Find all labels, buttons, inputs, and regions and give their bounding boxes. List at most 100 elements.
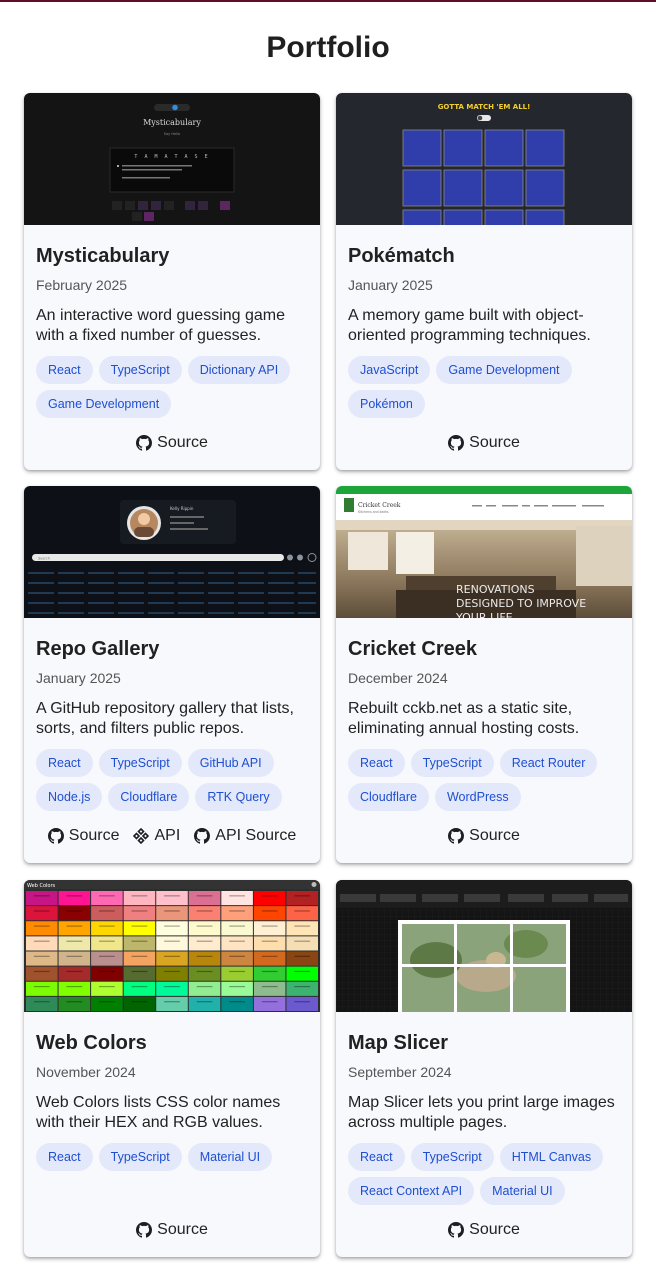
- project-thumbnail[interactable]: [336, 880, 632, 1012]
- swatch-label-line: [196, 970, 213, 973]
- color-swatch: [253, 996, 286, 1011]
- api-source-link[interactable]: API Source: [194, 827, 296, 845]
- color-swatch: [123, 981, 156, 996]
- color-swatch: [123, 996, 156, 1011]
- link-label: Source: [157, 1221, 208, 1238]
- color-swatch: [286, 966, 318, 981]
- project-date: December 2024: [348, 670, 448, 686]
- tag-chip[interactable]: JavaScript: [348, 356, 431, 384]
- color-swatch: [156, 966, 188, 981]
- tag-chip[interactable]: RTK Query: [195, 783, 282, 811]
- swatch-label-line: [261, 1001, 278, 1003]
- swatch-label-line: [229, 895, 245, 897]
- source-link[interactable]: Source: [47, 827, 119, 845]
- tag-chip[interactable]: React Context API: [348, 1177, 475, 1205]
- tag-chip[interactable]: TypeScript: [410, 749, 494, 777]
- tag-list: React TypeScript React Router Cloudflare…: [348, 749, 628, 811]
- tag-chip[interactable]: Cloudflare: [108, 783, 190, 811]
- tag-chip[interactable]: React: [348, 749, 405, 777]
- swatch-label-line: [164, 925, 180, 927]
- tag-chip[interactable]: Dictionary API: [187, 356, 291, 384]
- svg-text:YOUR LIFE: YOUR LIFE: [455, 611, 513, 618]
- project-thumbnail[interactable]: GOTTA MATCH 'EM ALL!: [336, 93, 632, 225]
- color-swatch: [286, 891, 318, 906]
- github-icon: [448, 435, 465, 451]
- swatch-label-line: [261, 895, 278, 897]
- color-swatch: [58, 921, 91, 936]
- swatch-label-line: [99, 1001, 115, 1003]
- tag-chip[interactable]: Pokémon: [348, 390, 425, 418]
- swatch-label-line: [294, 925, 311, 927]
- svg-text:Kitchens and baths: Kitchens and baths: [358, 510, 389, 514]
- source-link[interactable]: Source: [448, 434, 520, 452]
- project-thumbnail[interactable]: Mysticabulary Say Hello T A M A T A S E: [24, 93, 320, 225]
- color-swatch: [26, 951, 58, 966]
- color-swatch: [221, 966, 253, 981]
- github-icon: [194, 828, 211, 844]
- swatch-label-line: [33, 895, 50, 897]
- source-link[interactable]: Source: [448, 827, 520, 845]
- swatch-label-line: [196, 940, 213, 942]
- project-card-repo-gallery: Kelly Rippin Search Repo Gallery January…: [24, 486, 320, 863]
- tag-chip[interactable]: React: [36, 749, 93, 777]
- tag-chip[interactable]: GitHub API: [187, 749, 274, 777]
- color-swatch: [156, 951, 188, 966]
- color-swatch: [58, 891, 91, 906]
- api-link[interactable]: API: [133, 827, 180, 845]
- project-thumbnail[interactable]: Web Colors: [24, 880, 320, 1012]
- swatch-label-line: [66, 955, 83, 957]
- project-thumbnail[interactable]: Kelly Rippin Search: [24, 486, 320, 618]
- color-swatch: [156, 996, 188, 1011]
- source-link[interactable]: Source: [136, 1221, 208, 1239]
- svg-text:Search: Search: [38, 557, 50, 561]
- tag-chip[interactable]: TypeScript: [98, 749, 182, 777]
- swatch-label-line: [261, 910, 278, 912]
- swatch-label-line: [196, 955, 213, 957]
- tag-chip[interactable]: React Router: [499, 749, 598, 777]
- swatch-label-line: [131, 925, 148, 927]
- link-label: API: [154, 827, 181, 844]
- swatch-label-line: [294, 970, 311, 973]
- tag-chip[interactable]: Game Development: [36, 390, 172, 418]
- project-description: Map Slicer lets you print large images a…: [348, 1094, 615, 1131]
- swatch-label-line: [229, 925, 245, 927]
- link-label: Source: [469, 434, 520, 451]
- project-links: Source: [24, 434, 320, 452]
- tag-chip[interactable]: WordPress: [434, 783, 521, 811]
- color-swatch: [221, 981, 253, 996]
- tag-chip[interactable]: TypeScript: [98, 1143, 182, 1171]
- tag-chip[interactable]: React: [36, 1143, 93, 1171]
- tag-chip[interactable]: Material UI: [480, 1177, 565, 1205]
- top-accent-line: [0, 0, 656, 2]
- swatch-label-line: [164, 985, 180, 988]
- swatch-label-line: [196, 925, 213, 927]
- svg-text:Say Hello: Say Hello: [164, 132, 180, 136]
- tag-chip[interactable]: React: [348, 1143, 405, 1171]
- color-swatch: [156, 891, 188, 906]
- project-links: Source: [336, 434, 632, 452]
- tag-chip[interactable]: HTML Canvas: [499, 1143, 604, 1171]
- color-swatch: [188, 981, 221, 996]
- github-icon: [47, 828, 64, 844]
- color-swatch: [91, 996, 123, 1011]
- swatch-label-line: [131, 940, 148, 942]
- swatch-label-line: [196, 985, 213, 988]
- project-thumbnail[interactable]: Cricket Creek Kitchens and baths RENOVAT…: [336, 486, 632, 618]
- tag-chip[interactable]: Material UI: [187, 1143, 273, 1171]
- tag-chip[interactable]: Game Development: [436, 356, 572, 384]
- tag-chip[interactable]: Cloudflare: [348, 783, 429, 811]
- color-swatch: [221, 891, 253, 906]
- tag-chip[interactable]: TypeScript: [98, 356, 182, 384]
- tag-chip[interactable]: TypeScript: [410, 1143, 494, 1171]
- color-swatch: [91, 906, 123, 921]
- project-date: February 2025: [36, 277, 128, 293]
- color-swatch: [286, 951, 318, 966]
- project-card-cricket-creek: Cricket Creek Kitchens and baths RENOVAT…: [336, 486, 632, 863]
- tag-chip[interactable]: Node.js: [36, 783, 103, 811]
- tag-chip[interactable]: React: [36, 356, 93, 384]
- link-label: Source: [469, 1221, 520, 1238]
- color-swatch: [58, 996, 91, 1011]
- source-link[interactable]: Source: [136, 434, 208, 452]
- source-link[interactable]: Source: [448, 1221, 520, 1239]
- swatch-label-line: [196, 1001, 213, 1003]
